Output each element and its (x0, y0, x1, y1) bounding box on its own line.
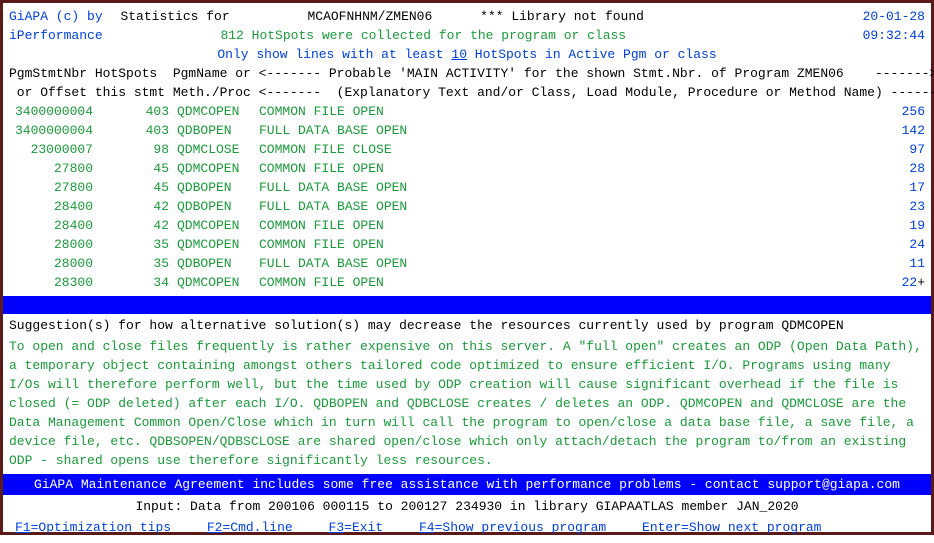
nbr-hotspots: 28 (865, 159, 925, 178)
producer-name: iPerformance (9, 28, 103, 43)
program-name: MCAOFNHNM/ZMEN06 (307, 9, 432, 24)
table-row: 3400000004403QDBOPENFULL DATA BASE OPEN1… (9, 121, 925, 140)
activity-desc: COMMON FILE OPEN (259, 273, 857, 292)
stmt-nbr: 27800 (9, 159, 93, 178)
filter-line: Only show lines with at least 10 HotSpot… (9, 45, 925, 64)
date-display: 20-01-28 (863, 7, 925, 26)
activity-desc: COMMON FILE CLOSE (259, 140, 865, 159)
pgm-name: QDMCOPEN (177, 235, 259, 254)
activity-desc: COMMON FILE OPEN (259, 159, 865, 178)
stats-label: Statistics for (120, 9, 229, 24)
stmt-nbr: 28000 (9, 235, 93, 254)
pgm-name: QDMCOPEN (177, 159, 259, 178)
table-row: 2800035QDMCOPENCOMMON FILE OPEN24 (9, 235, 925, 254)
stmt-nbr: 3400000004 (9, 102, 93, 121)
stmt-nbr: 28400 (9, 216, 93, 235)
f2-key[interactable]: F2=Cmd.line (207, 520, 293, 535)
table-row: 2840042QDMCOPENCOMMON FILE OPEN19 (9, 216, 925, 235)
stmt-nbr: 3400000004 (9, 121, 93, 140)
nbr-hotspots: 24 (865, 235, 925, 254)
input-data-line: Input: Data from 200106 000115 to 200127… (9, 497, 925, 516)
pgm-name: QDBOPEN (177, 178, 259, 197)
filter-threshold-input[interactable]: 10 (451, 47, 467, 62)
column-header-1: PgmStmtNbr HotSpots PgmName or <------- … (9, 64, 925, 83)
pgm-name: QDMCLOSE (177, 140, 259, 159)
enter-key[interactable]: Enter=Show next program (642, 520, 821, 535)
column-header-2: or Offset this stmt Meth./Proc <------- … (9, 83, 925, 102)
hotspots-stmt: 403 (93, 121, 177, 140)
table-row: 2830034QDMCOPENCOMMON FILE OPEN22 + (9, 273, 925, 292)
activity-desc: COMMON FILE OPEN (259, 235, 865, 254)
f1-key[interactable]: F1=Optimization tips (15, 520, 171, 535)
pgm-name: QDMCOPEN (177, 273, 259, 292)
hotspots-stmt: 34 (93, 273, 177, 292)
separator-bar (3, 296, 931, 314)
hotspots-stmt: 403 (93, 102, 177, 121)
pgm-name: QDBOPEN (177, 121, 259, 140)
nbr-hotspots: 256 (865, 102, 925, 121)
library-msg: *** Library not found (480, 9, 644, 24)
stmt-nbr: 28400 (9, 197, 93, 216)
stmt-nbr: 27800 (9, 178, 93, 197)
nbr-hotspots: 142 (865, 121, 925, 140)
pgm-name: QDMCOPEN (177, 102, 259, 121)
nbr-hotspots: 23 (865, 197, 925, 216)
hotspots-stmt: 45 (93, 178, 177, 197)
activity-desc: COMMON FILE OPEN (259, 102, 865, 121)
hotspots-stmt: 98 (93, 140, 177, 159)
table-row: 2300000798QDMCLOSECOMMON FILE CLOSE97 (9, 140, 925, 159)
suggestion-title: Suggestion(s) for how alternative soluti… (9, 316, 925, 335)
table-row: 2840042QDBOPENFULL DATA BASE OPEN23 (9, 197, 925, 216)
stmt-nbr: 23000007 (9, 140, 93, 159)
hotspots-stmt: 45 (93, 159, 177, 178)
product-name: GiAPA (c) by (9, 9, 103, 24)
stmt-nbr: 28000 (9, 254, 93, 273)
activity-desc: COMMON FILE OPEN (259, 216, 865, 235)
activity-desc: FULL DATA BASE OPEN (259, 121, 865, 140)
pgm-name: QDBOPEN (177, 197, 259, 216)
hotspots-stmt: 42 (93, 216, 177, 235)
time-display: 09:32:44 (863, 26, 925, 45)
nbr-hotspots: 17 (865, 178, 925, 197)
table-row: 2780045QDMCOPENCOMMON FILE OPEN28 (9, 159, 925, 178)
activity-desc: FULL DATA BASE OPEN (259, 197, 865, 216)
more-indicator[interactable]: + (917, 273, 925, 292)
collected-msg: 812 HotSpots were collected for the prog… (220, 28, 626, 43)
nbr-hotspots: 97 (865, 140, 925, 159)
hotspots-stmt: 35 (93, 235, 177, 254)
hotspots-stmt: 42 (93, 197, 177, 216)
suggestion-body: To open and close files frequently is ra… (9, 335, 925, 472)
hotspots-stmt: 35 (93, 254, 177, 273)
table-row: 3400000004403QDMCOPENCOMMON FILE OPEN256 (9, 102, 925, 121)
nbr-hotspots: 22 (857, 273, 917, 292)
pgm-name: QDMCOPEN (177, 216, 259, 235)
stmt-nbr: 28300 (9, 273, 93, 292)
f4-key[interactable]: F4=Show previous program (419, 520, 606, 535)
nbr-hotspots: 11 (865, 254, 925, 273)
pgm-name: QDBOPEN (177, 254, 259, 273)
activity-desc: FULL DATA BASE OPEN (259, 254, 865, 273)
f3-key[interactable]: F3=Exit (329, 520, 384, 535)
table-row: 2800035QDBOPENFULL DATA BASE OPEN11 (9, 254, 925, 273)
activity-desc: FULL DATA BASE OPEN (259, 178, 865, 197)
maintenance-banner: GiAPA Maintenance Agreement includes som… (3, 474, 931, 495)
nbr-hotspots: 19 (865, 216, 925, 235)
table-row: 2780045QDBOPENFULL DATA BASE OPEN17 (9, 178, 925, 197)
